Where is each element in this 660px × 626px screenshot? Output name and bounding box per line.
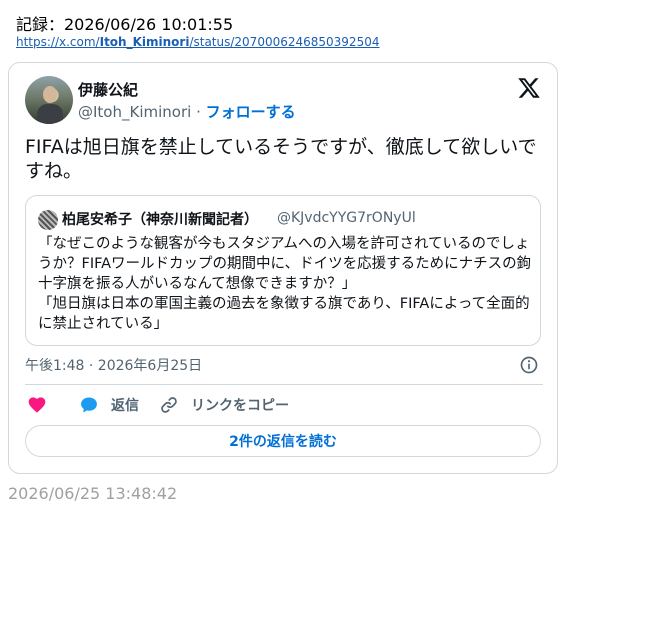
quote-text: 「なぜこのような観客が今もスタジアムへの入場を許可されているのでしょうか？FIF… <box>38 236 532 332</box>
record-timestamp: 記録：2026/06/26 10:01:55 <box>16 15 234 34</box>
heart-icon <box>28 397 46 413</box>
divider <box>25 384 543 385</box>
separator: · <box>191 103 206 121</box>
url-user: Itoh_Kiminori <box>99 35 190 49</box>
x-logo-icon[interactable] <box>517 76 541 100</box>
like-button[interactable] <box>27 395 59 415</box>
tweet-text: FIFAは旭日旗を禁止しているそうですが、徹底して欲しいですね。 <box>25 136 537 182</box>
url-suffix: /status/2070006246850392504 <box>189 35 380 49</box>
quote-author-name: 柏尾安希子（神奈川新聞記者） <box>62 212 258 228</box>
reply-button[interactable]: 返信 <box>79 395 139 415</box>
quote-author-handle: @KJvdcYYG7rONyUl <box>277 210 416 226</box>
copy-link-label: リンクをコピー <box>191 398 289 414</box>
tweet-embed-card: 伊藤公紀 @Itoh_Kiminori · フォローする FIFAは旭日旗を禁止… <box>8 62 558 474</box>
avatar[interactable] <box>25 76 73 124</box>
author-meta: @Itoh_Kiminori · フォローする <box>78 101 296 122</box>
tweet-url-link[interactable]: https://x.com/Itoh_Kiminori/status/20700… <box>16 35 379 49</box>
info-icon[interactable] <box>519 355 539 375</box>
quote-avatar <box>38 210 58 230</box>
copy-link-button[interactable]: リンクをコピー <box>159 395 289 415</box>
reply-bubble-icon <box>81 397 97 413</box>
author-name[interactable]: 伊藤公紀 <box>78 79 138 100</box>
captured-timestamp: 2026/06/25 13:48:42 <box>8 484 178 503</box>
quoted-tweet[interactable]: 柏尾安希子（神奈川新聞記者） @KJvdcYYG7rONyUl 「なぜこのような… <box>25 195 541 346</box>
url-prefix: https://x.com/ <box>16 35 100 49</box>
reply-label: 返信 <box>111 398 139 414</box>
link-icon <box>161 397 177 413</box>
follow-button[interactable]: フォローする <box>206 103 296 121</box>
author-handle[interactable]: @Itoh_Kiminori <box>78 103 191 121</box>
tweet-timestamp[interactable]: 午後1:48 · 2026年6月25日 <box>25 355 202 375</box>
read-replies-button[interactable]: 2件の返信を読む <box>25 425 541 457</box>
